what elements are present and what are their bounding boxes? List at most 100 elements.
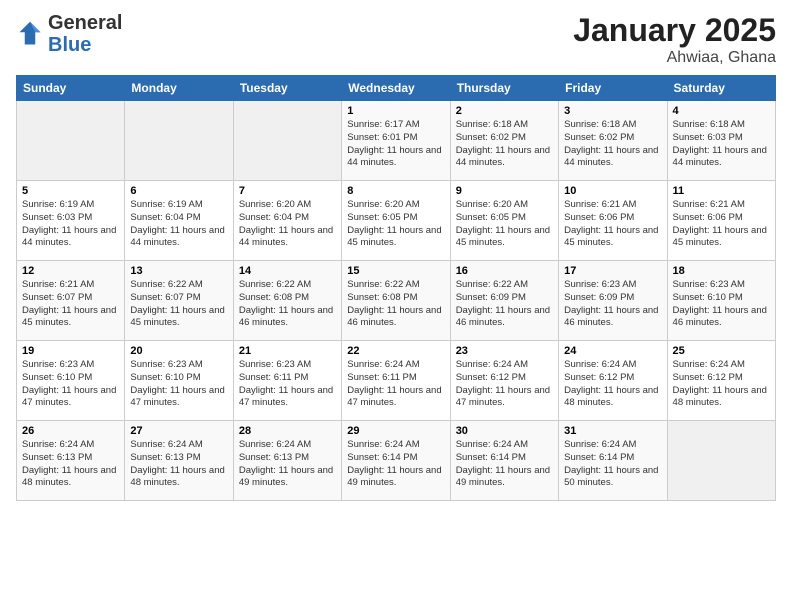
table-row: 13Sunrise: 6:22 AM Sunset: 6:07 PM Dayli…	[125, 261, 233, 341]
day-info: Sunrise: 6:23 AM Sunset: 6:10 PM Dayligh…	[130, 359, 227, 410]
col-monday: Monday	[125, 76, 233, 101]
table-row: 5 Sunrise: 6:19 AM Sunset: 6:03 PM Daylig…	[17, 181, 125, 261]
location-title: Ahwiaa, Ghana	[573, 49, 776, 67]
day-number: 21	[239, 345, 336, 357]
day-number: 3	[564, 105, 661, 117]
table-row: 6 Sunrise: 6:19 AM Sunset: 6:04 PM Daylig…	[125, 181, 233, 261]
table-row: 29 Sunrise: 6:24 AM Sunset: 6:14 PM Dayli…	[342, 421, 450, 501]
day-info: Sunrise: 6:21 AM Sunset: 6:06 PM Dayligh…	[564, 199, 661, 250]
day-info: Sunrise: 6:22 AM Sunset: 6:09 PM Dayligh…	[456, 279, 553, 330]
page: General Blue January 2025 Ahwiaa, Ghana …	[0, 0, 792, 612]
day-info: Sunrise: 6:19 AM Sunset: 6:03 PM Dayligh…	[22, 199, 119, 250]
col-wednesday: Wednesday	[342, 76, 450, 101]
day-info: Sunrise: 6:23 AM Sunset: 6:10 PM Dayligh…	[673, 279, 770, 330]
day-info: Sunrise: 6:24 AM Sunset: 6:14 PM Dayligh…	[564, 439, 661, 490]
table-row: 3 Sunrise: 6:18 AM Sunset: 6:02 PM Daylig…	[559, 101, 667, 181]
day-info: Sunrise: 6:24 AM Sunset: 6:12 PM Dayligh…	[673, 359, 770, 410]
logo: General Blue	[16, 12, 122, 56]
table-row	[233, 101, 341, 181]
day-number: 8	[347, 185, 444, 197]
table-row: 23Sunrise: 6:24 AM Sunset: 6:12 PM Dayli…	[450, 341, 558, 421]
header: General Blue January 2025 Ahwiaa, Ghana	[16, 12, 776, 67]
day-number: 22	[347, 345, 444, 357]
day-info: Sunrise: 6:24 AM Sunset: 6:13 PM Dayligh…	[239, 439, 336, 490]
day-number: 29	[347, 425, 444, 437]
day-number: 20	[130, 345, 227, 357]
day-info: Sunrise: 6:24 AM Sunset: 6:13 PM Dayligh…	[22, 439, 119, 490]
day-number: 27	[130, 425, 227, 437]
day-info: Sunrise: 6:18 AM Sunset: 6:03 PM Dayligh…	[673, 119, 770, 170]
table-row: 2 Sunrise: 6:18 AM Sunset: 6:02 PM Daylig…	[450, 101, 558, 181]
col-friday: Friday	[559, 76, 667, 101]
day-info: Sunrise: 6:22 AM Sunset: 6:07 PM Dayligh…	[130, 279, 227, 330]
table-row: 22Sunrise: 6:24 AM Sunset: 6:11 PM Dayli…	[342, 341, 450, 421]
day-info: Sunrise: 6:20 AM Sunset: 6:04 PM Dayligh…	[239, 199, 336, 250]
day-number: 4	[673, 105, 770, 117]
day-info: Sunrise: 6:23 AM Sunset: 6:10 PM Dayligh…	[22, 359, 119, 410]
day-number: 25	[673, 345, 770, 357]
logo-icon	[16, 20, 44, 48]
col-saturday: Saturday	[667, 76, 775, 101]
day-number: 28	[239, 425, 336, 437]
table-row: 20 Sunrise: 6:23 AM Sunset: 6:10 PM Dayli…	[125, 341, 233, 421]
day-info: Sunrise: 6:21 AM Sunset: 6:06 PM Dayligh…	[673, 199, 770, 250]
table-row: 28 Sunrise: 6:24 AM Sunset: 6:13 PM Dayli…	[233, 421, 341, 501]
table-row: 21 Sunrise: 6:23 AM Sunset: 6:11 PM Dayli…	[233, 341, 341, 421]
day-number: 5	[22, 185, 119, 197]
day-info: Sunrise: 6:19 AM Sunset: 6:04 PM Dayligh…	[130, 199, 227, 250]
day-number: 7	[239, 185, 336, 197]
title-block: January 2025 Ahwiaa, Ghana	[573, 12, 776, 67]
day-number: 6	[130, 185, 227, 197]
table-row: 7 Sunrise: 6:20 AM Sunset: 6:04 PM Daylig…	[233, 181, 341, 261]
day-number: 15	[347, 265, 444, 277]
day-info: Sunrise: 6:22 AM Sunset: 6:08 PM Dayligh…	[239, 279, 336, 330]
month-title: January 2025	[573, 12, 776, 49]
table-row: 10 Sunrise: 6:21 AM Sunset: 6:06 PM Dayli…	[559, 181, 667, 261]
table-row: 12 Sunrise: 6:21 AM Sunset: 6:07 PM Dayli…	[17, 261, 125, 341]
table-row: 26 Sunrise: 6:24 AM Sunset: 6:13 PM Dayli…	[17, 421, 125, 501]
table-row: 31 Sunrise: 6:24 AM Sunset: 6:14 PM Dayli…	[559, 421, 667, 501]
day-number: 2	[456, 105, 553, 117]
day-number: 1	[347, 105, 444, 117]
day-info: Sunrise: 6:22 AM Sunset: 6:08 PM Dayligh…	[347, 279, 444, 330]
day-number: 11	[673, 185, 770, 197]
day-number: 31	[564, 425, 661, 437]
day-info: Sunrise: 6:20 AM Sunset: 6:05 PM Dayligh…	[347, 199, 444, 250]
day-number: 23	[456, 345, 553, 357]
col-thursday: Thursday	[450, 76, 558, 101]
day-info: Sunrise: 6:18 AM Sunset: 6:02 PM Dayligh…	[456, 119, 553, 170]
table-row: 11 Sunrise: 6:21 AM Sunset: 6:06 PM Dayli…	[667, 181, 775, 261]
day-info: Sunrise: 6:23 AM Sunset: 6:09 PM Dayligh…	[564, 279, 661, 330]
table-row	[17, 101, 125, 181]
table-row: 25 Sunrise: 6:24 AM Sunset: 6:12 PM Dayli…	[667, 341, 775, 421]
table-row: 27Sunrise: 6:24 AM Sunset: 6:13 PM Dayli…	[125, 421, 233, 501]
logo-text: General Blue	[48, 12, 122, 56]
col-sunday: Sunday	[17, 76, 125, 101]
table-row: 4 Sunrise: 6:18 AM Sunset: 6:03 PM Daylig…	[667, 101, 775, 181]
table-row: 8 Sunrise: 6:20 AM Sunset: 6:05 PM Daylig…	[342, 181, 450, 261]
day-number: 18	[673, 265, 770, 277]
table-row: 1Sunrise: 6:17 AM Sunset: 6:01 PM Daylig…	[342, 101, 450, 181]
day-info: Sunrise: 6:18 AM Sunset: 6:02 PM Dayligh…	[564, 119, 661, 170]
day-number: 9	[456, 185, 553, 197]
day-info: Sunrise: 6:24 AM Sunset: 6:14 PM Dayligh…	[347, 439, 444, 490]
table-row: 9 Sunrise: 6:20 AM Sunset: 6:05 PM Daylig…	[450, 181, 558, 261]
day-info: Sunrise: 6:21 AM Sunset: 6:07 PM Dayligh…	[22, 279, 119, 330]
table-row: 19 Sunrise: 6:23 AM Sunset: 6:10 PM Dayli…	[17, 341, 125, 421]
day-info: Sunrise: 6:24 AM Sunset: 6:12 PM Dayligh…	[564, 359, 661, 410]
day-number: 26	[22, 425, 119, 437]
table-row	[667, 421, 775, 501]
day-number: 17	[564, 265, 661, 277]
day-number: 10	[564, 185, 661, 197]
table-row: 24Sunrise: 6:24 AM Sunset: 6:12 PM Dayli…	[559, 341, 667, 421]
day-number: 16	[456, 265, 553, 277]
table-row: 15 Sunrise: 6:22 AM Sunset: 6:08 PM Dayli…	[342, 261, 450, 341]
day-info: Sunrise: 6:23 AM Sunset: 6:11 PM Dayligh…	[239, 359, 336, 410]
calendar: Sunday Monday Tuesday Wednesday Thursday…	[16, 75, 776, 501]
day-number: 12	[22, 265, 119, 277]
day-number: 19	[22, 345, 119, 357]
day-info: Sunrise: 6:20 AM Sunset: 6:05 PM Dayligh…	[456, 199, 553, 250]
table-row: 16 Sunrise: 6:22 AM Sunset: 6:09 PM Dayli…	[450, 261, 558, 341]
col-tuesday: Tuesday	[233, 76, 341, 101]
day-number: 30	[456, 425, 553, 437]
